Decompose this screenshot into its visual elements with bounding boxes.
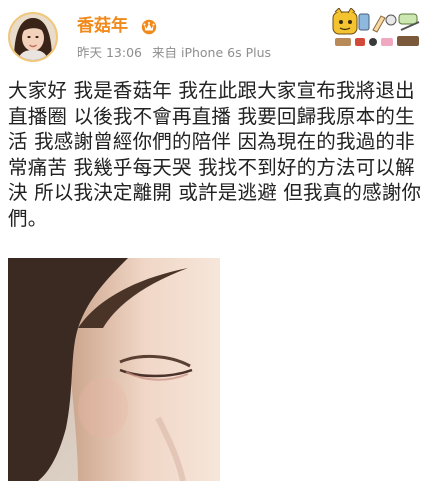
post-meta: 昨天 13:06 来自 iPhone 6s Plus <box>77 45 271 61</box>
weibo-post: 香菇年 昨天 13:06 来自 iPhone 6s Plus 大家好 我是香菇年… <box>0 0 433 481</box>
card-sticker-icon <box>329 7 425 52</box>
avatar[interactable] <box>8 12 58 62</box>
username[interactable]: 香菇年 <box>77 16 128 36</box>
post-source[interactable]: 来自 iPhone 6s Plus <box>152 45 271 60</box>
post-photo[interactable] <box>8 258 220 481</box>
vip-crown-icon <box>140 17 158 35</box>
post-text: 大家好 我是香菇年 我在此跟大家宣布我將退出直播圈 以後我不會再直播 我要回歸我… <box>8 79 422 230</box>
post-time: 昨天 13:06 <box>77 45 142 60</box>
